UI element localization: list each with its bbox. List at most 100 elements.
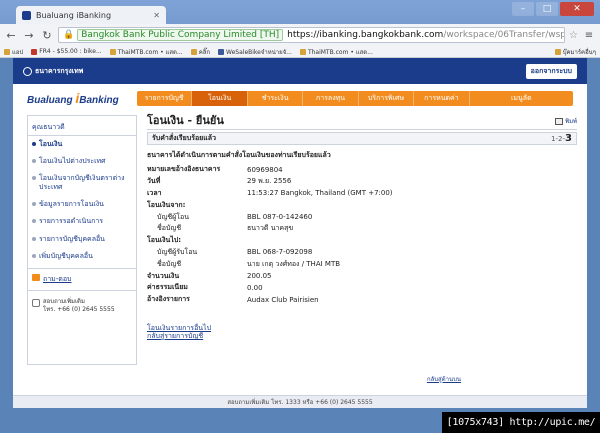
nav-item-investment[interactable]: การลงทุน [303,90,359,106]
brand-row: Bualuang iBanking รายการบัญชี โอนเงิน ชำ… [13,84,587,112]
detail-row-time: เวลา 11:53:27 Bangkok, Thailand (GMT +7:0… [147,188,393,198]
back-to-accounts-link[interactable]: กลับสู่รายการบัญชี [147,332,577,341]
tab-bar: Bualuang iBanking ✕ – □ ✕ [0,0,600,24]
bank-emblem-icon [23,66,32,76]
page-icon [190,48,197,55]
ev-certificate-label[interactable]: Bangkok Bank Public Company Limited [TH] [77,29,284,41]
sidebar-item-transfer-abroad[interactable]: โอนเงินไปต่างประเทศ [28,153,136,170]
reload-icon[interactable]: ↻ [40,28,54,42]
maximize-button[interactable]: □ [536,2,558,16]
bookmarks-bar: แอป FR4 - $55.00 : bike... ThaiMTB.com •… [0,46,600,58]
sidebar-item-add-third-party[interactable]: เพิ่มบัญชีบุคคลอื่น [28,248,136,265]
bullet-icon [32,253,36,258]
bank-page: ธนาคารกรุงเทพ ออกจากระบบ Bualuang iBanki… [13,58,587,408]
browser-menu-icon[interactable]: ≡ [582,30,596,41]
url-host: https://ibanking.bangkokbank.com [287,30,444,40]
url-path: /workspace/06Transfer/wsp_Transfer_AddFu [443,30,566,40]
transfer-again-link[interactable]: โอนเงินรายการอื่นไป [147,324,577,333]
window-controls: – □ ✕ [512,2,594,16]
chat-bubble-icon [32,273,40,281]
page-title: โอนเงิน - ยืนยัน [147,114,224,127]
bookmark-item[interactable]: FR4 - $55.00 : bike... [31,48,102,55]
bookmark-star-icon[interactable]: ☆ [569,30,578,41]
page-footer: สอบถามเพิ่มเติม โทร. 1333 หรือ +66 (0) 2… [13,395,587,408]
bank-header-bar: ธนาคารกรุงเทพ ออกจากระบบ [13,58,587,84]
lock-icon: 🔒 [63,30,75,40]
apps-icon [4,48,10,55]
nav-item-shortcut-menu[interactable]: เมนูลัด [470,91,573,106]
tab-title: Bualuang iBanking [36,10,112,20]
phone-icon [32,298,40,307]
bullet-icon [32,176,36,181]
bank-name: ธนาคารกรุงเทพ [35,66,84,75]
detail-row-fee: ค่าธรรมเนียม 0.00 [147,283,263,292]
sidebar: คุณธนาวดี โอนเงิน โอนเงินไปต่างประเทศ โอ… [27,115,137,365]
ibanking-brand: Bualuang iBanking [27,90,119,106]
browser-chrome: Bualuang iBanking ✕ – □ ✕ ← → ↻ 🔒 Bangko… [0,0,600,58]
faq-link-row[interactable]: ถาม-ตอบ [28,272,136,287]
forward-arrow-icon[interactable]: → [22,28,36,42]
other-bookmarks[interactable]: บุ๊คมาร์คอื่นๆ [554,47,596,57]
sidebar-item-transfer-info[interactable]: ข้อมูลรายการโอนเงิน [28,196,136,213]
faq-link[interactable]: ถาม-ตอบ [43,274,72,285]
printer-icon [555,117,564,125]
sidebar-item-pending[interactable]: รายการรอดำเนินการ [28,213,136,230]
sidebar-item-third-party-list[interactable]: รายการบัญชีบุคคลอื่น [28,231,136,248]
bookmark-item[interactable]: WeSaleBikeจำหน่ายจั... [218,47,292,57]
close-window-button[interactable]: ✕ [560,2,594,16]
nav-item-special-services[interactable]: บริการพิเศษ [359,90,415,106]
nav-item-settings[interactable]: การหนดค่า [414,90,470,106]
bookmark-item[interactable]: ThaiMTB.com • แสด... [109,47,183,57]
detail-row-to-heading: โอนเงินไป: [147,236,182,245]
detail-row-reference: หมายเลขอ้างอิงธนาคาร 60969804 [147,165,283,174]
main-nav: รายการบัญชี โอนเงิน ชำระเงิน การลงทุน บร… [137,90,573,106]
bookmark-item[interactable]: แอป [4,47,23,57]
print-button[interactable]: พิมพ์ [555,116,577,126]
contact-info: สอบถามเพิ่มเติม โทร. +66 (0) 2645 5555 [28,294,136,319]
sidebar-item-transfer[interactable]: โอนเงิน [28,136,136,153]
back-to-top-link[interactable]: กลับสู่ด้านบน [427,374,461,384]
bullet-icon [32,219,36,224]
title-row: โอนเงิน - ยืนยัน พิมพ์ [147,112,577,130]
detail-row-date: วันที่ 29 พ.ย. 2556 [147,177,292,186]
facebook-icon [218,48,225,55]
bank-favicon-icon [22,10,31,20]
content-area: คุณธนาวดี โอนเงิน โอนเงินไปต่างประเทศ โอ… [13,112,587,365]
detail-row-memo: อ้างอิงรายการ Audax Club Pairisien [147,295,319,304]
tab-close-icon[interactable]: ✕ [153,11,160,20]
sidebar-divider [28,267,136,269]
success-message: ธนาคารได้ดำเนินการตามคำสั่งโอนเงินของท่า… [147,151,331,159]
browser-toolbar: ← → ↻ 🔒 Bangkok Bank Public Company Limi… [0,24,600,46]
bookmark-item[interactable]: คลิ๊ก [190,47,210,57]
sidebar-item-transfer-fcd[interactable]: โอนเงินจากบัญชีเงินตราต่างประเทศ [28,170,136,196]
bullet-icon [32,202,36,207]
main-panel: โอนเงิน - ยืนยัน พิมพ์ รับคำสั่งเรียบร้อ… [147,112,577,365]
bookmark-item[interactable]: ThaiMTB.com • แสด... [299,47,373,57]
nav-item-transfer[interactable]: โอนเงิน [192,90,248,106]
detail-row-to-account: บัญชีผู้รับโอน BBL 068-7-092098 [157,247,313,257]
browser-tab[interactable]: Bualuang iBanking ✕ [16,6,166,24]
page-icon [299,48,306,55]
sidebar-divider [28,289,136,291]
nav-item-payment[interactable]: ชำระเงิน [248,90,304,106]
contact-title: สอบถามเพิ่มเติม [43,297,85,305]
logout-button[interactable]: ออกจากระบบ [525,63,577,79]
contact-phone: โทร. +66 (0) 2645 5555 [43,306,115,314]
detail-row-from-heading: โอนเงินจาก: [147,200,186,209]
bullet-icon [32,159,36,164]
nav-item-accounts[interactable]: รายการบัญชี [137,90,193,106]
detail-row-to-name: ชื่อบัญชี นาย เกตุ วงศ์ทอง / THAI MTB [157,259,341,268]
address-bar[interactable]: 🔒 Bangkok Bank Public Company Limited [T… [58,27,566,43]
detail-row-from-name: ชื่อบัญชี ธนาวดี นาคสุข [157,224,294,233]
minimize-button[interactable]: – [512,2,534,16]
bank-logo[interactable]: ธนาคารกรุงเทพ [23,66,83,77]
bookmark-favicon-icon [31,48,38,55]
bullet-icon [32,142,36,146]
folder-icon [554,48,561,55]
page-icon [109,48,116,55]
step-indicator: 1-2-3 [551,133,572,144]
detail-row-amount: จำนวนเงิน 200.05 [147,271,272,281]
detail-row-from-account: บัญชีผู้โอน BBL 087-0-142460 [157,212,313,222]
back-arrow-icon[interactable]: ← [4,28,18,42]
status-subtitle: รับคำสั่งเรียบร้อยแล้ว [152,134,217,142]
